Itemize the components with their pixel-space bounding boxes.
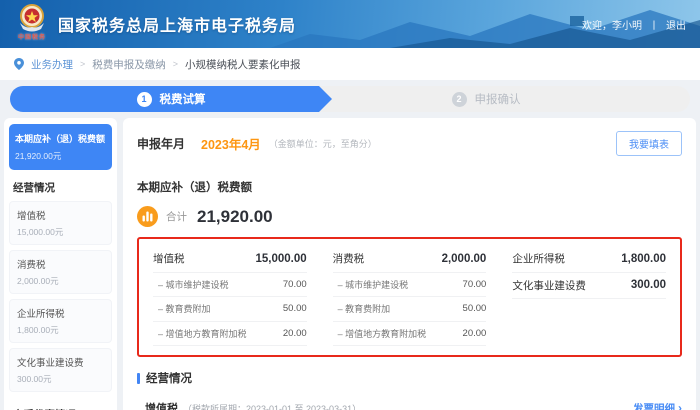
section-accent-bar xyxy=(137,373,140,384)
business-section-title: 经营情况 xyxy=(146,370,192,386)
vat-row-label: 增值税 xyxy=(145,400,178,410)
breadcrumb-item-current-page: 小规模纳税人要素化申报 xyxy=(185,57,301,72)
sidebar-item-cultural-fee[interactable]: 文化事业建设费 300.00元 xyxy=(9,348,112,392)
invoice-detail-link[interactable]: 发票明细 › xyxy=(633,401,682,410)
logo-caption: 中国税务 xyxy=(18,32,46,41)
total-label: 合计 xyxy=(166,209,187,224)
tax-row: – 城市维护建设税 70.00 xyxy=(153,273,307,298)
sidebar-item-label: 文化事业建设费 xyxy=(17,355,104,369)
tax-value: 300.00 xyxy=(631,279,666,291)
sidebar-section-business-status: 经营情况 xyxy=(9,170,112,201)
sidebar-item-amount: 2,000.00元 xyxy=(17,275,104,287)
step-2-number: 2 xyxy=(452,92,467,107)
fill-form-button[interactable]: 我要填表 xyxy=(616,131,682,156)
tax-value: 1,800.00 xyxy=(621,253,666,265)
sidebar-item-current-payable[interactable]: 本期应补（退）税费额 21,920.00元 xyxy=(9,124,112,170)
chart-icon xyxy=(137,206,158,227)
breadcrumb-separator: > xyxy=(173,59,178,69)
tax-label: – 城市维护建设税 xyxy=(333,278,409,291)
stepper: 1 税费试算 2 申报确认 xyxy=(10,86,690,112)
summary-title: 本期应补（退）税费额 xyxy=(137,179,682,195)
sidebar-item-corporate-income-tax[interactable]: 企业所得税 1,800.00元 xyxy=(9,299,112,343)
tax-value: 20.00 xyxy=(463,328,487,339)
sidebar-item-amount: 15,000.00元 xyxy=(17,226,104,238)
tax-row: – 教育费附加 50.00 xyxy=(153,297,307,322)
location-pin-icon xyxy=(14,58,24,70)
tax-label: – 教育费附加 xyxy=(333,302,391,315)
step-1-number: 1 xyxy=(137,92,152,107)
tax-column-consumption: 消费税 2,000.00 – 城市维护建设税 70.00 – 教育费附加 50.… xyxy=(333,246,487,346)
app-title: 国家税务总局上海市电子税务局 xyxy=(58,0,296,48)
filing-period-select[interactable]: 2023年4月 xyxy=(201,134,261,153)
chevron-right-icon: › xyxy=(678,402,682,410)
sidebar-item-consumption-tax[interactable]: 消费税 2,000.00元 xyxy=(9,250,112,294)
sidebar-item-label: 消费税 xyxy=(17,257,104,271)
tax-column-corporate: 企业所得税 1,800.00 文化事业建设费 300.00 xyxy=(512,246,666,346)
sidebar-item-label: 企业所得税 xyxy=(17,306,104,320)
sidebar-item-vat[interactable]: 增值税 15,000.00元 xyxy=(9,201,112,245)
tax-row: 消费税 2,000.00 xyxy=(333,246,487,273)
sidebar-item-amount: 1,800.00元 xyxy=(17,324,104,336)
step-2-filing-confirmation[interactable]: 2 申报确认 xyxy=(332,86,690,112)
tax-row: – 增值地方教育附加税 20.00 xyxy=(153,322,307,347)
step-2-label: 申报确认 xyxy=(475,91,521,107)
business-section-header: 经营情况 xyxy=(137,370,682,386)
tax-emblem-icon xyxy=(17,3,47,33)
tax-label: 增值税 xyxy=(153,251,185,266)
invoice-detail-label: 发票明细 xyxy=(633,401,675,410)
tax-label: 企业所得税 xyxy=(512,251,565,266)
header-divider: 丨 xyxy=(649,17,659,32)
welcome-text: 欢迎，李小明 xyxy=(582,17,642,32)
tax-row: – 教育费附加 50.00 xyxy=(333,297,487,322)
sidebar-item-amount: 300.00元 xyxy=(17,373,104,385)
tax-value: 70.00 xyxy=(463,279,487,290)
tax-column-vat: 增值税 15,000.00 – 城市维护建设税 70.00 – 教育费附加 50… xyxy=(153,246,307,346)
tax-row: 企业所得税 1,800.00 xyxy=(512,246,666,273)
tax-summary-section: 本期应补（退）税费额 合计 21,920.00 增值税 1 xyxy=(123,168,696,410)
step-1-tax-calculation[interactable]: 1 税费试算 xyxy=(10,86,332,112)
tax-label: – 教育费附加 xyxy=(153,302,211,315)
tax-label: 文化事业建设费 xyxy=(512,278,586,293)
tax-value: 70.00 xyxy=(283,279,307,290)
main-content: 申报年月 2023年4月 （金额单位：元，至角分） 我要填表 本期应补（退）税费… xyxy=(123,118,696,410)
tax-value: 2,000.00 xyxy=(442,253,487,265)
breadcrumb-item-business[interactable]: 业务办理 xyxy=(31,57,73,72)
filing-period-label: 申报年月 xyxy=(137,135,185,152)
vat-detail-row: 增值税 （税款所属期：2023-01-01 至 2023-03-31） 发票明细… xyxy=(137,400,682,410)
breadcrumb-item-tax-filing[interactable]: 税费申报及缴纳 xyxy=(92,57,166,72)
tax-label: – 增值地方教育附加税 xyxy=(153,327,247,340)
tax-value: 50.00 xyxy=(283,303,307,314)
tax-bureau-logo: 中国税务 xyxy=(10,3,54,41)
tax-label: 消费税 xyxy=(333,251,365,266)
total-row: 合计 21,920.00 xyxy=(137,206,682,227)
tax-period-note: （税款所属期：2023-01-01 至 2023-03-31） xyxy=(183,402,361,410)
tax-value: 50.00 xyxy=(463,303,487,314)
tax-value: 20.00 xyxy=(283,328,307,339)
tax-label: – 增值地方教育附加税 xyxy=(333,327,427,340)
tax-value: 15,000.00 xyxy=(255,253,306,265)
breadcrumb: 业务办理 > 税费申报及缴纳 > 小规模纳税人要素化申报 xyxy=(0,48,700,80)
logout-button[interactable]: 退出 xyxy=(666,17,686,32)
step-1-label: 税费试算 xyxy=(160,91,206,107)
tax-row: 增值税 15,000.00 xyxy=(153,246,307,273)
tax-breakdown-panel: 增值税 15,000.00 – 城市维护建设税 70.00 – 教育费附加 50… xyxy=(137,237,682,357)
sidebar: 本期应补（退）税费额 21,920.00元 经营情况 增值税 15,000.00… xyxy=(4,118,117,410)
sidebar-active-amount: 21,920.00元 xyxy=(15,150,106,162)
filing-period-row: 申报年月 2023年4月 （金额单位：元，至角分） 我要填表 xyxy=(123,118,696,168)
sidebar-active-label: 本期应补（退）税费额 xyxy=(15,132,106,145)
sidebar-section-preferential-status: 享受优惠情况 xyxy=(9,397,112,410)
tax-row: – 城市维护建设税 70.00 xyxy=(333,273,487,298)
top-banner: 中国税务 国家税务总局上海市电子税务局 欢迎，李小明 丨 退出 xyxy=(0,0,700,48)
tax-label: – 城市维护建设税 xyxy=(153,278,229,291)
total-value: 21,920.00 xyxy=(197,207,273,227)
tax-row: 文化事业建设费 300.00 xyxy=(512,273,666,300)
breadcrumb-separator: > xyxy=(80,59,85,69)
sidebar-item-label: 增值税 xyxy=(17,208,104,222)
tax-row: – 增值地方教育附加税 20.00 xyxy=(333,322,487,347)
unit-note: （金额单位：元，至角分） xyxy=(269,137,377,150)
